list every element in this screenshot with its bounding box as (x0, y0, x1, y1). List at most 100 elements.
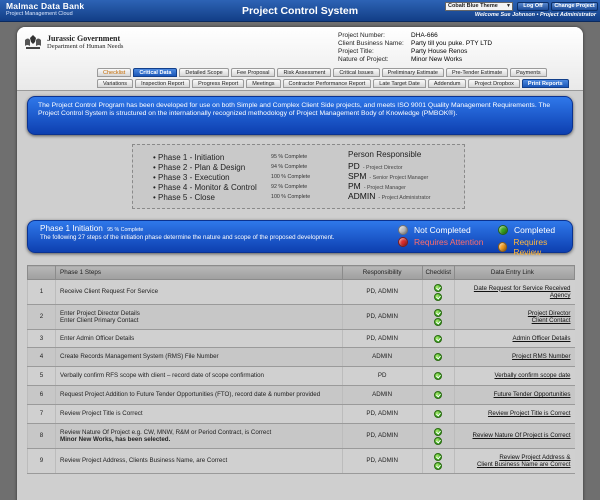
data-entry-links: Admin Officer Details (453, 329, 575, 348)
data-entry-link[interactable]: Future Tender Opportunities (455, 391, 571, 399)
data-entry-link[interactable]: Review Project Address & (455, 454, 570, 462)
change-project-button[interactable]: Change Project (551, 2, 598, 11)
data-entry-link[interactable]: Client Contact (455, 317, 571, 325)
check-complete-icon[interactable] (434, 372, 443, 380)
tab-contractor-performance-report[interactable]: Contractor Performance Report (282, 79, 372, 88)
logoff-button[interactable]: Log Off (517, 2, 549, 11)
table-row: 5 Verbally confirm RFS scope with client … (26, 366, 575, 386)
data-entry-link[interactable]: Client Business Name are Correct (455, 461, 571, 469)
data-entry-links: Review Nature Of Project is Correct (453, 423, 575, 449)
tab-critical-data[interactable]: Critical Data (133, 68, 178, 77)
step-responsibility: PD, ADMIN (341, 304, 423, 330)
phase-name: • Phase 2 - Plan & Design (153, 162, 246, 172)
step-text: Verbally confirm RFS scope with client –… (60, 372, 264, 380)
check-complete-icon[interactable] (434, 334, 443, 343)
step-responsibility: PD, ADMIN (341, 329, 423, 348)
project-info-label: Nature of Project: (338, 56, 389, 63)
tab-print-reports[interactable]: Print Reports (521, 79, 569, 88)
data-entry-link[interactable]: Verbally confirm scope date (455, 372, 570, 380)
tab-row-primary: Checklist Critical Data Detailed Scope Fee … (97, 68, 547, 77)
phase-name: • Phase 3 - Execution (153, 172, 230, 182)
table-row: 3 Enter Admin Officer Details PD, ADMIN Adm… (26, 329, 575, 348)
phase-percent: 92 % Complete (271, 184, 308, 190)
table-row: 8 Review Nature Of Project e.g. CW, MNW, … (26, 423, 575, 449)
col-checklist-header: Checklist (421, 265, 455, 280)
check-complete-icon[interactable] (434, 317, 443, 326)
data-entry-link[interactable]: Review Project Title is Correct (455, 410, 571, 418)
tab-meetings[interactable]: Meetings (246, 79, 281, 88)
review-icon (498, 242, 508, 252)
tab-payments[interactable]: Payments (510, 68, 547, 77)
legend-requires-attention: Requires Attention (398, 237, 483, 247)
data-entry-links: Verbally confirm scope date (453, 366, 575, 386)
project-info-row: Project Title: Party House Renos (338, 48, 492, 56)
tab-checklist[interactable]: Checklist (97, 68, 132, 77)
step-checklist (421, 423, 455, 449)
project-info-value: Party till you puke. PTY LTD (411, 40, 493, 47)
tab-progress-report[interactable]: Progress Report (192, 79, 245, 88)
person-item: PD - Project Director (348, 161, 431, 171)
check-complete-icon[interactable] (434, 410, 443, 418)
table-row: 4 Create Records Management System (RMS) … (26, 347, 575, 367)
table-row: 9 Review Project Address, Clients Busines… (26, 448, 575, 474)
tab-project-dropbox[interactable]: Project Dropbox (468, 79, 520, 88)
tab-detailed-scope[interactable]: Detailed Scope (179, 68, 229, 77)
table-row: 1 Receive Client Request For Service PD, A… (26, 279, 575, 305)
step-number: 3 (26, 329, 56, 348)
legend-completed: Completed (498, 225, 555, 235)
col-link-header: Data Entry Link (453, 265, 576, 280)
person-abbr: PM (348, 181, 361, 191)
brand-logo[interactable]: Malmac Data Bank Project Management Clou… (6, 2, 84, 18)
data-entry-link[interactable]: Review Nature Of Project is Correct (455, 432, 571, 440)
phase1-banner: Phase 1 Initiation 95 % Complete The fol… (27, 220, 573, 257)
step-responsibility: ADMIN (341, 347, 423, 367)
check-complete-icon[interactable] (434, 461, 443, 470)
tab-addendum[interactable]: Addendum (427, 79, 467, 88)
project-info-row: Nature of Project: Minor New Works (338, 56, 492, 64)
org-title: Jurassic Government (47, 34, 121, 43)
not-completed-icon (398, 225, 408, 235)
phase-steps-table: Phase 1 Steps Responsibility Checklist D… (26, 265, 576, 474)
check-complete-icon[interactable] (434, 283, 443, 292)
tab-late-target-date[interactable]: Late Target Date (373, 79, 426, 88)
check-complete-icon[interactable] (434, 427, 443, 436)
data-entry-link[interactable]: Date Request for Service Received (455, 285, 571, 293)
check-complete-icon[interactable] (434, 353, 443, 361)
step-text: Review Project Address, Clients Business… (60, 457, 228, 465)
data-entry-link[interactable]: Admin Officer Details (455, 335, 571, 343)
step-number: 9 (26, 448, 56, 474)
tab-pre-tender-estimate[interactable]: Pre-Tender Estimate (446, 68, 509, 77)
step-description: Review Project Address, Clients Business… (55, 448, 343, 474)
step-text: Review Nature Of Project e.g. CW, MNW, R… (60, 428, 272, 436)
col-responsibility-header: Responsibility (341, 265, 423, 280)
project-info-label: Client Business Name: (338, 40, 404, 47)
data-entry-link[interactable]: Agency (455, 292, 571, 300)
data-entry-link[interactable]: Project Director (455, 310, 571, 318)
check-complete-icon[interactable] (434, 391, 443, 399)
data-entry-link[interactable]: Project RMS Number (455, 353, 570, 361)
tab-preliminary-estimate[interactable]: Preliminary Estimate (381, 68, 444, 77)
check-complete-icon[interactable] (434, 292, 443, 301)
tab-fee-proposal[interactable]: Fee Proposal (230, 68, 276, 77)
project-header: Jurassic Government Department of Human … (17, 27, 583, 91)
step-description: Receive Client Request For Service (55, 279, 343, 305)
data-entry-links: Date Request for Service Received Agency (453, 279, 575, 305)
step-checklist (421, 385, 455, 405)
tab-critical-issues[interactable]: Critical Issues (333, 68, 380, 77)
col-steps-header: Phase 1 Steps (55, 265, 343, 280)
tab-variations[interactable]: Variations (97, 79, 134, 88)
person-role: - Project Administrator (378, 195, 431, 201)
phase-item: • Phase 3 - Execution 100 % Complete (153, 172, 310, 182)
check-complete-icon[interactable] (434, 308, 443, 317)
step-responsibility: PD, ADMIN (341, 404, 423, 424)
check-complete-icon[interactable] (434, 436, 443, 445)
theme-select-value: Cobalt Blue Theme (448, 3, 498, 9)
check-complete-icon[interactable] (434, 452, 443, 461)
step-text: Receive Client Request For Service (60, 288, 159, 296)
step-number: 8 (26, 423, 56, 449)
tab-inspection-report[interactable]: Inspection Report (135, 79, 191, 88)
step-responsibility: ADMIN (341, 385, 423, 405)
person-item: ADMIN - Project Administrator (348, 191, 431, 201)
theme-select[interactable]: Cobalt Blue Theme ▼ (445, 2, 513, 11)
tab-risk-assessment[interactable]: Risk Assessment (277, 68, 332, 77)
